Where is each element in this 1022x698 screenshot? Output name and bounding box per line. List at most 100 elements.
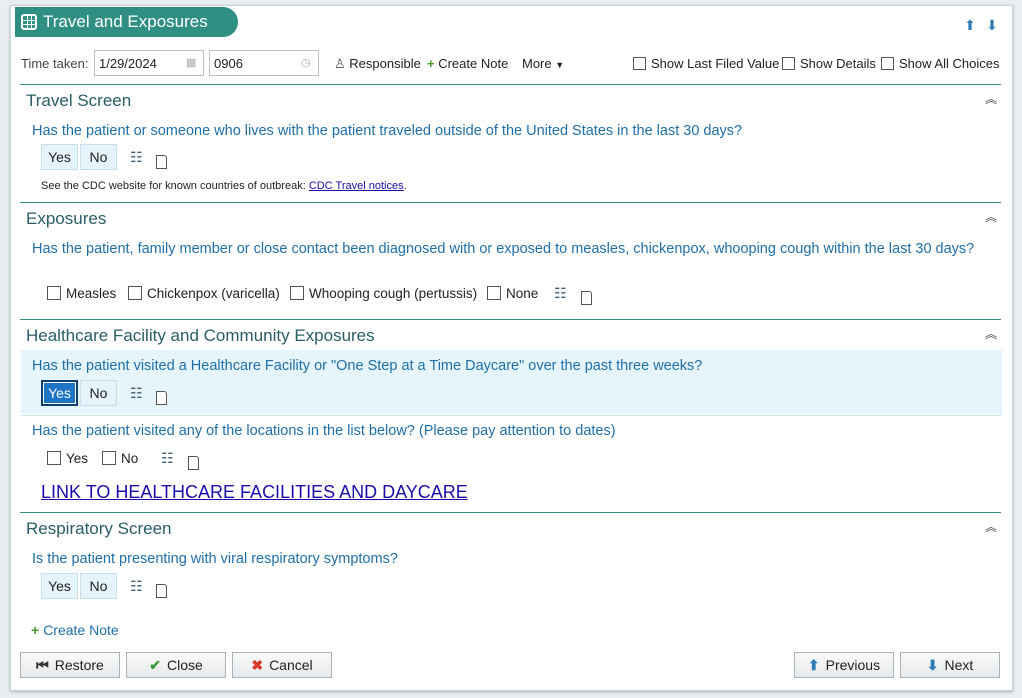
locations-no-checkbox[interactable]: No bbox=[102, 451, 138, 466]
respiratory-no-button[interactable]: No bbox=[80, 573, 117, 599]
document-icon[interactable] bbox=[156, 584, 167, 598]
cdc-note-text: See the CDC website for known countries … bbox=[41, 180, 309, 192]
checkbox-box bbox=[102, 451, 116, 465]
tree-list-icon[interactable]: ☷ bbox=[130, 577, 148, 595]
window-title-tab: Travel and Exposures bbox=[15, 7, 238, 37]
tree-list-icon[interactable]: ☷ bbox=[130, 384, 148, 402]
responsible-label: Responsible bbox=[349, 56, 421, 71]
respiratory-section-title: Respiratory Screen bbox=[26, 519, 172, 538]
show-all-choices-checkbox[interactable]: Show All Choices bbox=[881, 56, 999, 71]
checkbox-box bbox=[47, 286, 61, 300]
checkmark-icon: ✔ bbox=[149, 657, 161, 673]
measles-checkbox[interactable]: Measles bbox=[47, 286, 116, 301]
previous-button[interactable]: ⬆ Previous bbox=[794, 652, 894, 678]
document-icon[interactable] bbox=[156, 391, 167, 405]
time-field[interactable]: 0906 ◷ bbox=[209, 50, 319, 76]
flowsheet-window: Travel and Exposures ⬆ ⬇ Time taken: 1/2… bbox=[10, 5, 1013, 691]
measles-label: Measles bbox=[66, 286, 117, 301]
checkbox-box bbox=[881, 57, 894, 70]
checkbox-box bbox=[290, 286, 304, 300]
collapse-icon[interactable]: ︽ bbox=[985, 211, 997, 223]
checkbox-box bbox=[47, 451, 61, 465]
next-button[interactable]: ⬇ Next bbox=[900, 652, 1000, 678]
footer-create-note-button[interactable]: + Create Note bbox=[31, 622, 119, 638]
responsible-button[interactable]: ♙ Responsible bbox=[334, 56, 421, 72]
respiratory-question: Is the patient presenting with viral res… bbox=[32, 551, 398, 567]
tree-list-icon[interactable]: ☷ bbox=[554, 284, 572, 302]
healthcare-facilities-link[interactable]: LINK TO HEALTHCARE FACILITIES AND DAYCAR… bbox=[41, 482, 468, 503]
person-icon: ♙ bbox=[334, 56, 346, 71]
date-field[interactable]: 1/29/2024 ▦ bbox=[94, 50, 204, 76]
chickenpox-label: Chickenpox (varicella) bbox=[147, 286, 280, 301]
healthcare-yes-button[interactable]: Yes bbox=[41, 380, 78, 406]
more-label: More bbox=[522, 56, 552, 71]
cdc-note: See the CDC website for known countries … bbox=[41, 180, 407, 192]
show-last-filed-checkbox[interactable]: Show Last Filed Value bbox=[633, 56, 779, 71]
whooping-cough-checkbox[interactable]: Whooping cough (pertussis) bbox=[290, 286, 477, 301]
add-note-icon: + bbox=[31, 622, 40, 638]
restore-icon: ⏮ bbox=[36, 657, 49, 673]
date-value: 1/29/2024 bbox=[99, 56, 157, 71]
show-last-filed-label: Show Last Filed Value bbox=[651, 56, 780, 71]
document-icon[interactable] bbox=[581, 291, 592, 305]
arrow-up-icon: ⬆ bbox=[807, 657, 820, 673]
x-icon: ✖ bbox=[251, 657, 264, 673]
restore-button[interactable]: ⏮ Restore bbox=[20, 652, 120, 678]
collapse-icon[interactable]: ︽ bbox=[985, 521, 997, 533]
collapse-icon[interactable]: ︽ bbox=[985, 328, 997, 340]
cdc-note-end: . bbox=[403, 180, 407, 192]
time-value: 0906 bbox=[214, 56, 243, 71]
show-all-choices-label: Show All Choices bbox=[899, 56, 1000, 71]
toolbar-create-note-button[interactable]: + Create Note bbox=[427, 56, 508, 71]
close-label: Close bbox=[166, 657, 203, 673]
window-title: Travel and Exposures bbox=[43, 12, 208, 31]
arrow-down-icon[interactable]: ⬇ bbox=[986, 18, 998, 32]
row-divider bbox=[21, 415, 1002, 416]
toolbar: Time taken: 1/29/2024 ▦ 0906 ◷ ♙ Respons… bbox=[11, 50, 1012, 76]
more-menu-button[interactable]: More ▼ bbox=[522, 56, 564, 71]
travel-section-title: Travel Screen bbox=[26, 91, 132, 110]
healthcare-question-2: Has the patient visited any of the locat… bbox=[32, 423, 616, 439]
whooping-cough-label: Whooping cough (pertussis) bbox=[309, 286, 478, 301]
none-checkbox[interactable]: None bbox=[487, 286, 538, 301]
checkbox-box bbox=[487, 286, 501, 300]
exposures-section: Exposures ︽ bbox=[20, 202, 1001, 228]
tree-list-icon[interactable]: ☷ bbox=[130, 148, 148, 166]
tree-list-icon[interactable]: ☷ bbox=[161, 449, 179, 467]
locations-no-label: No bbox=[121, 451, 139, 466]
calendar-icon[interactable]: ▦ bbox=[186, 57, 198, 69]
time-taken-label: Time taken: bbox=[21, 56, 89, 71]
table-icon bbox=[21, 14, 37, 30]
locations-yes-checkbox[interactable]: Yes bbox=[47, 451, 88, 466]
travel-yes-button[interactable]: Yes bbox=[41, 144, 78, 170]
close-button[interactable]: ✔ Close bbox=[126, 652, 226, 678]
add-note-icon: + bbox=[427, 56, 435, 71]
checkbox-box bbox=[128, 286, 142, 300]
arrow-up-icon[interactable]: ⬆ bbox=[964, 18, 976, 32]
document-icon[interactable] bbox=[156, 155, 167, 169]
document-icon[interactable] bbox=[188, 456, 199, 470]
next-label: Next bbox=[944, 657, 974, 673]
clock-icon[interactable]: ◷ bbox=[301, 57, 313, 69]
chickenpox-checkbox[interactable]: Chickenpox (varicella) bbox=[128, 286, 280, 301]
footer-create-note-label: Create Note bbox=[43, 622, 119, 638]
healthcare-section-title: Healthcare Facility and Community Exposu… bbox=[26, 326, 375, 345]
locations-yes-label: Yes bbox=[66, 451, 89, 466]
respiratory-yes-button[interactable]: Yes bbox=[41, 573, 78, 599]
travel-no-button[interactable]: No bbox=[80, 144, 117, 170]
collapse-icon[interactable]: ︽ bbox=[985, 93, 997, 105]
travel-section: Travel Screen ︽ bbox=[20, 84, 1001, 110]
previous-label: Previous bbox=[825, 657, 881, 673]
chevron-down-icon: ▼ bbox=[555, 60, 565, 70]
show-details-checkbox[interactable]: Show Details bbox=[782, 56, 876, 71]
cancel-button[interactable]: ✖ Cancel bbox=[232, 652, 332, 678]
travel-question: Has the patient or someone who lives wit… bbox=[32, 123, 743, 139]
toolbar-create-note-label: Create Note bbox=[438, 56, 509, 71]
healthcare-no-button[interactable]: No bbox=[80, 380, 117, 406]
show-details-label: Show Details bbox=[800, 56, 876, 71]
cdc-travel-link[interactable]: CDC Travel notices bbox=[309, 180, 404, 192]
exposures-question: Has the patient, family member or close … bbox=[32, 241, 975, 257]
cancel-label: Cancel bbox=[269, 657, 313, 673]
checkbox-box bbox=[633, 57, 646, 70]
restore-label: Restore bbox=[54, 657, 104, 673]
